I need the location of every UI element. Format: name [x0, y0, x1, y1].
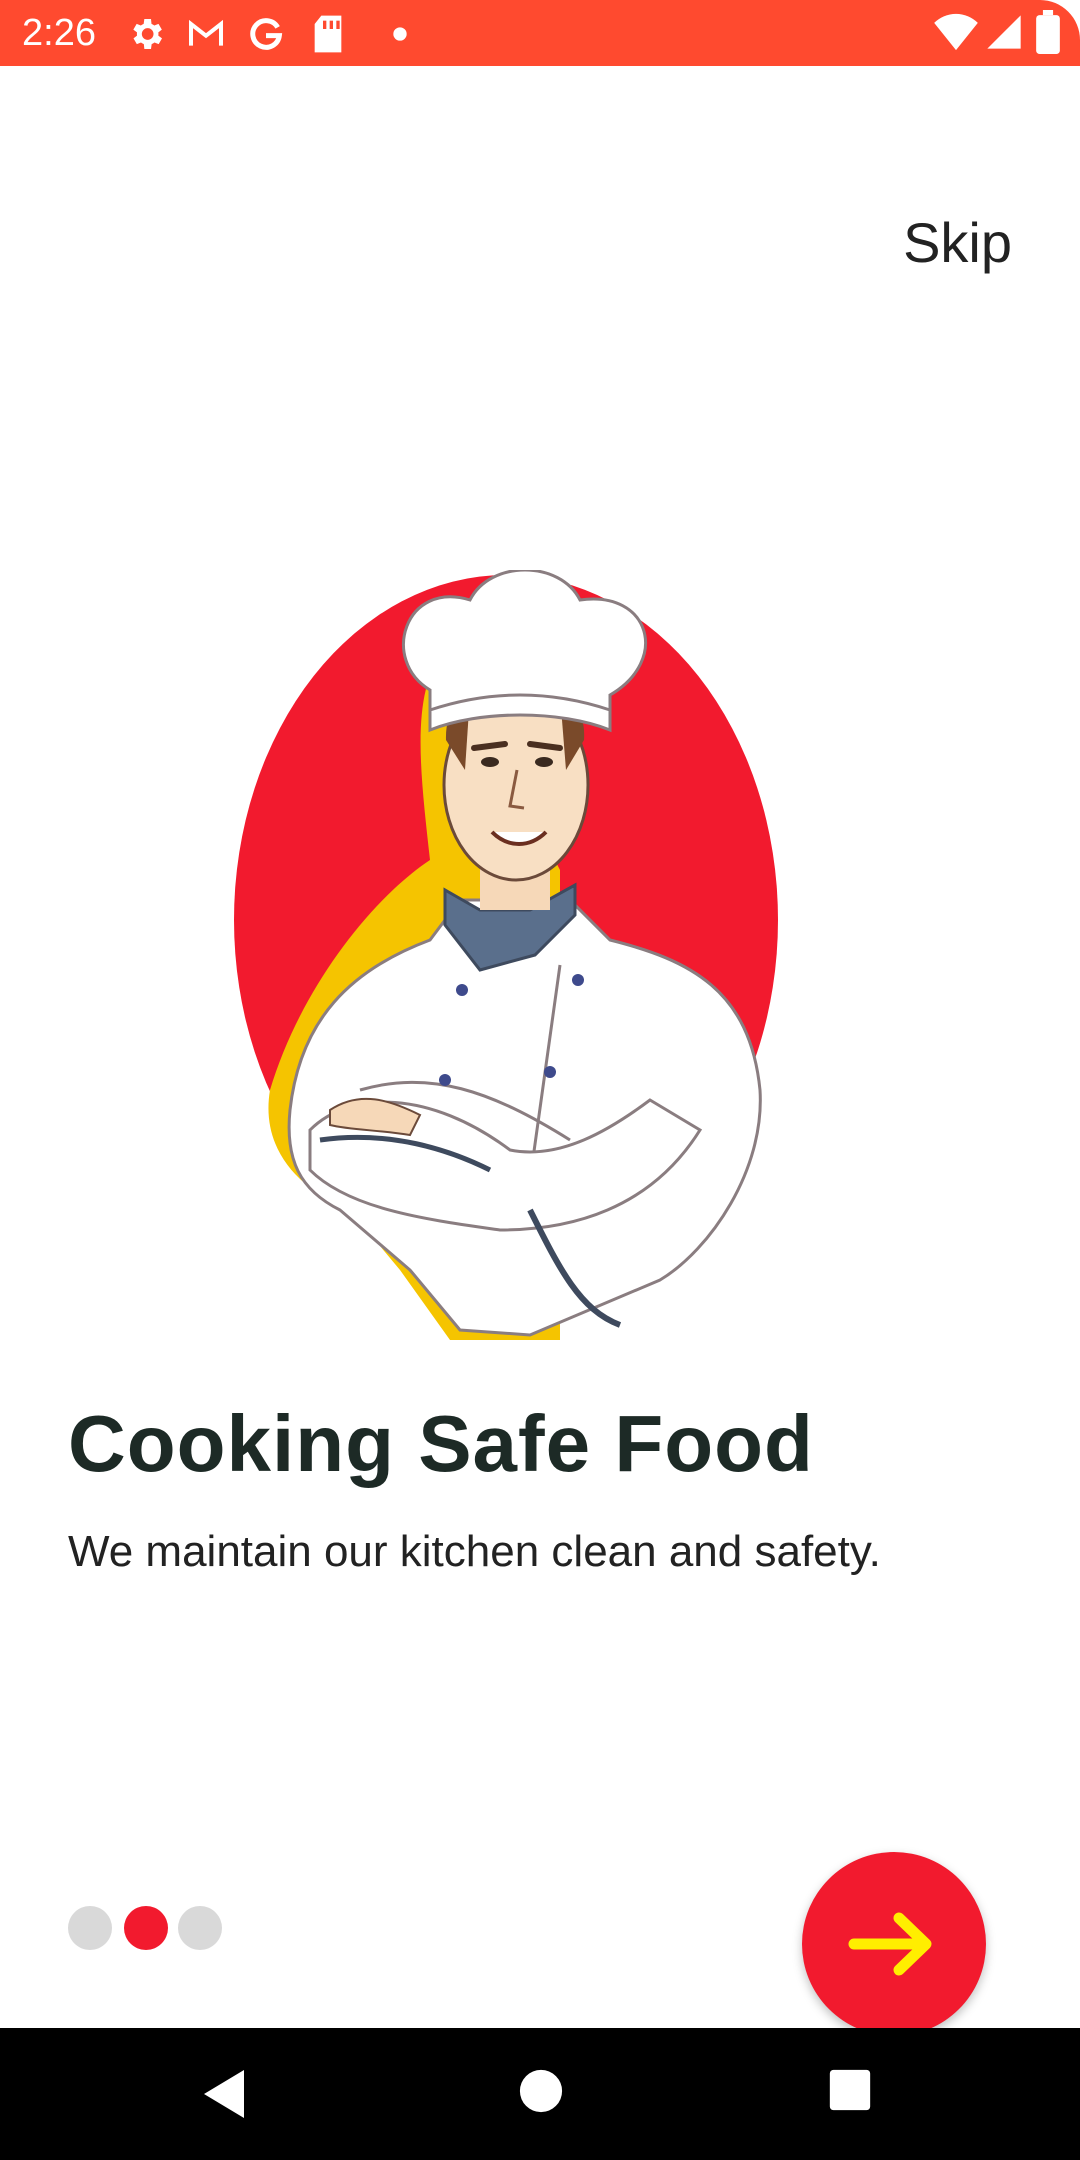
status-bar: 2:26: [0, 0, 1080, 66]
page-dot-2-active[interactable]: [124, 1906, 168, 1950]
navigation-bar: [0, 2028, 1080, 2160]
sd-card-icon: [310, 14, 350, 54]
signal-icon: [984, 12, 1024, 52]
battery-icon: [1036, 10, 1076, 54]
recents-icon[interactable]: [828, 2068, 872, 2116]
page-dot-3[interactable]: [178, 1906, 222, 1950]
wifi-icon: [934, 12, 978, 52]
home-icon[interactable]: [518, 2068, 564, 2118]
onboarding-title: Cooking Safe Food: [68, 1399, 814, 1488]
page-dot-1[interactable]: [68, 1906, 112, 1950]
google-icon: [246, 14, 286, 54]
status-time: 2:26: [22, 12, 96, 54]
back-icon[interactable]: [200, 2068, 248, 2124]
skip-button[interactable]: Skip: [903, 210, 1012, 275]
gmail-icon: [186, 14, 226, 54]
next-button[interactable]: [802, 1852, 986, 2036]
gear-icon: [126, 14, 166, 54]
dot-icon: [380, 14, 420, 54]
onboarding-subtitle: We maintain our kitchen clean and safety…: [68, 1527, 881, 1576]
chef-illustration: [230, 568, 790, 1340]
arrow-right-icon: [848, 1912, 932, 1976]
